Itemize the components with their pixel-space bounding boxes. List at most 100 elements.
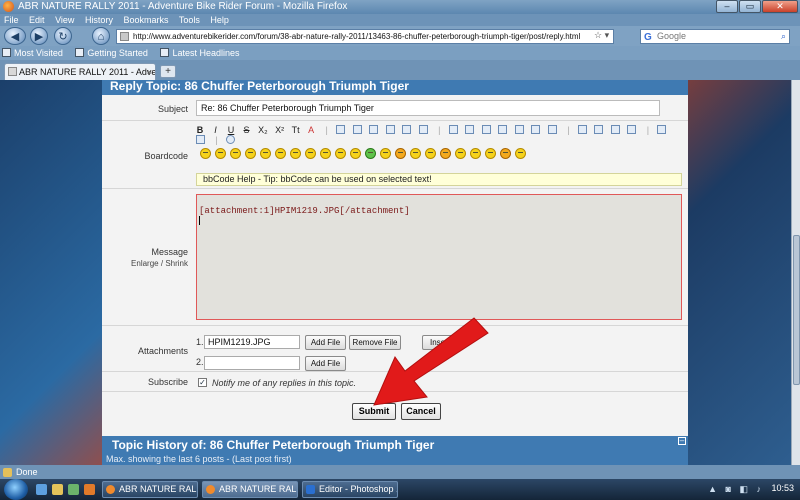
message-textarea[interactable]: [attachment:1]HPIM1219.JPG[/attachment] <box>196 194 682 320</box>
smiley-rolleyes-icon[interactable] <box>410 148 421 159</box>
align-justify-icon[interactable] <box>418 125 428 134</box>
back-button[interactable]: ◀ <box>4 27 26 45</box>
numbered-list-icon[interactable] <box>352 125 362 134</box>
smiley-kiss-icon[interactable] <box>320 148 331 159</box>
submit-button[interactable]: Submit <box>352 403 396 420</box>
attachment-1-file[interactable]: HPIM1219.JPG <box>204 335 300 349</box>
smiley-thumbs-icon[interactable] <box>455 148 466 159</box>
enlarge-link[interactable]: Enlarge / <box>131 259 163 268</box>
remove-file-button[interactable]: Remove File <box>349 335 401 350</box>
subscript-button[interactable]: X₂ <box>258 125 268 135</box>
firefox-quicklaunch-icon[interactable] <box>84 484 95 495</box>
preview-icon[interactable] <box>657 125 667 134</box>
collapse-icon[interactable]: – <box>678 437 686 445</box>
reload-button[interactable]: ↻ <box>54 27 72 45</box>
maximize-button[interactable]: ▭ <box>739 0 761 13</box>
spoiler-icon[interactable] <box>498 125 508 134</box>
video-icon[interactable] <box>610 125 620 134</box>
cancel-button[interactable]: Cancel <box>401 403 441 420</box>
smiley-blush-icon[interactable] <box>395 148 406 159</box>
taskbar-item-firefox-1[interactable]: ABR NATURE RALLY... <box>102 481 198 498</box>
smiley-tongue-icon[interactable] <box>275 148 286 159</box>
smiley-laugh-icon[interactable] <box>380 148 391 159</box>
vertical-scrollbar[interactable] <box>791 80 800 465</box>
address-bar[interactable]: http://www.adventurebikerider.com/forum/… <box>116 29 614 44</box>
hide-icon[interactable] <box>627 125 637 134</box>
ie-quicklaunch-icon[interactable] <box>36 484 47 495</box>
window-title-bar[interactable]: ABR NATURE RALLY 2011 - Adventure Bike R… <box>0 0 800 14</box>
smiley-grin-icon[interactable] <box>245 148 256 159</box>
menu-tools[interactable]: Tools <box>179 15 200 25</box>
bookmark-latest-headlines[interactable]: Latest Headlines <box>160 48 239 58</box>
shrink-link[interactable]: Shrink <box>165 259 188 268</box>
smiley-sad-icon[interactable] <box>290 148 301 159</box>
close-window-button[interactable]: ✕ <box>762 0 798 13</box>
home-button[interactable]: ⌂ <box>92 27 110 45</box>
bookmark-getting-started[interactable]: Getting Started <box>75 48 148 58</box>
add-file-button[interactable]: Add File <box>305 335 346 350</box>
code-icon[interactable] <box>465 125 475 134</box>
help-icon[interactable] <box>226 135 236 144</box>
align-left-icon[interactable] <box>369 125 379 134</box>
menu-bookmarks[interactable]: Bookmarks <box>123 15 168 25</box>
email-icon[interactable] <box>547 125 557 134</box>
subscribe-checkbox[interactable]: ✓ <box>198 378 207 387</box>
smiley-cool-icon[interactable] <box>200 148 211 159</box>
bold-button[interactable]: B <box>196 125 204 135</box>
media-quicklaunch-icon[interactable] <box>68 484 79 495</box>
insert-attachment-button[interactable]: Insert <box>422 335 458 350</box>
minimize-button[interactable]: – <box>716 0 738 13</box>
smiley-unsure-icon[interactable] <box>425 148 436 159</box>
smiley-devil-icon[interactable] <box>500 148 511 159</box>
map-icon[interactable] <box>594 125 604 134</box>
smiley-happy-icon[interactable] <box>230 148 241 159</box>
taskbar-item-photoshop[interactable]: Editor - Photoshop ... <box>302 481 398 498</box>
tab-close-icon[interactable]: × <box>147 64 152 80</box>
bookmark-most-visited[interactable]: Most Visited <box>2 48 63 58</box>
smiley-angry-icon[interactable] <box>350 148 361 159</box>
scrollbar-thumb[interactable] <box>793 235 800 385</box>
smiley-shocked-icon[interactable] <box>305 148 316 159</box>
menu-file[interactable]: File <box>4 15 19 25</box>
underline-button[interactable]: U <box>227 125 235 135</box>
bookmark-star-icon[interactable]: ☆ ▾ <box>594 30 609 41</box>
smiley-sick-icon[interactable] <box>365 148 376 159</box>
search-icon[interactable]: ⌕ <box>781 30 786 43</box>
table-icon[interactable] <box>481 125 491 134</box>
clock[interactable]: 10:53 <box>771 483 794 493</box>
explorer-quicklaunch-icon[interactable] <box>52 484 63 495</box>
add-file-button-2[interactable]: Add File <box>305 356 346 371</box>
font-size-button[interactable]: Tt <box>292 125 300 135</box>
search-input[interactable]: G Google ⌕ <box>640 29 790 44</box>
system-tray-icons[interactable]: ▲ ◙ ◧ ♪ <box>708 484 764 495</box>
menu-history[interactable]: History <box>85 15 113 25</box>
tab-abr-nature-rally[interactable]: ABR NATURE RALLY 2011 - Adventur... × <box>4 63 156 80</box>
font-color-button[interactable]: A <box>307 125 315 135</box>
menu-help[interactable]: Help <box>210 15 229 25</box>
image-icon[interactable] <box>514 125 524 134</box>
smiley-evil-icon[interactable] <box>440 148 451 159</box>
start-button[interactable] <box>4 479 28 500</box>
smiley-dizzy-icon[interactable] <box>485 148 496 159</box>
smiley-smile-icon[interactable] <box>215 148 226 159</box>
align-center-icon[interactable] <box>385 125 395 134</box>
menu-edit[interactable]: Edit <box>29 15 45 25</box>
superscript-button[interactable]: X² <box>275 125 284 135</box>
smiley-confused-icon[interactable] <box>335 148 346 159</box>
quote-icon[interactable] <box>448 125 458 134</box>
subject-input[interactable]: Re: 86 Chuffer Peterborough Triumph Tige… <box>196 100 660 116</box>
new-tab-button[interactable]: + <box>160 65 176 78</box>
attachment-2-file[interactable] <box>204 356 300 370</box>
italic-button[interactable]: I <box>212 125 220 135</box>
forward-button[interactable]: ▶ <box>30 27 48 45</box>
smiley-nerd-icon[interactable] <box>515 148 526 159</box>
smiley-wink-icon[interactable] <box>260 148 271 159</box>
bullet-list-icon[interactable] <box>336 125 346 134</box>
menu-view[interactable]: View <box>55 15 74 25</box>
ebay-icon[interactable] <box>577 125 587 134</box>
align-right-icon[interactable] <box>402 125 412 134</box>
taskbar-item-firefox-2[interactable]: ABR NATURE RALLY... <box>202 481 298 498</box>
smiley-cry-icon[interactable] <box>470 148 481 159</box>
link-icon[interactable] <box>531 125 541 134</box>
strike-button[interactable]: S <box>243 125 251 135</box>
